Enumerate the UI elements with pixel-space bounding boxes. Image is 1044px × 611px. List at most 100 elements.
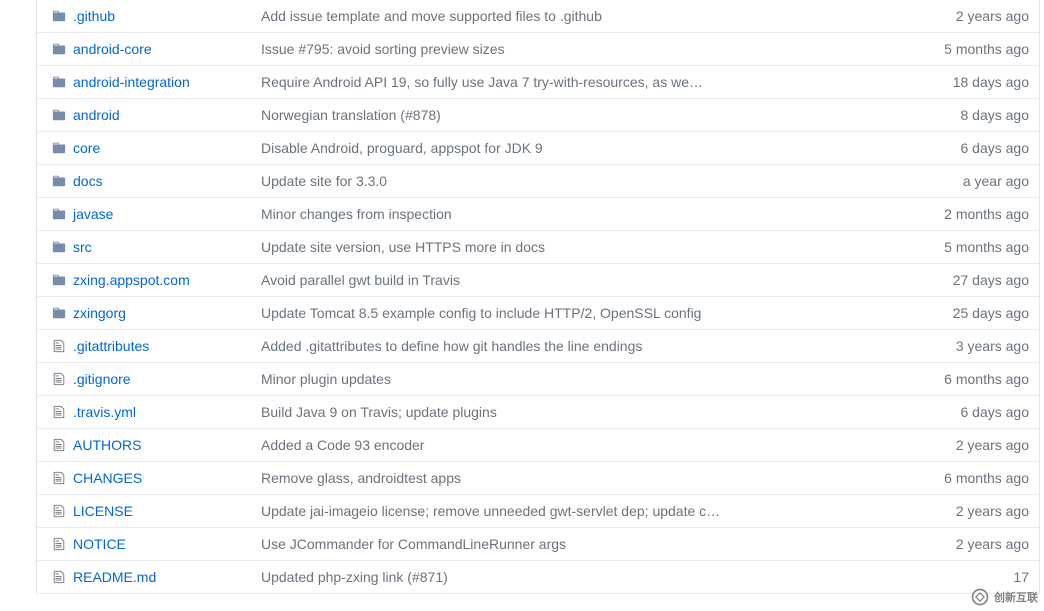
commit-age: 5 months ago: [899, 239, 1029, 255]
file-row: .travis.yml Build Java 9 on Travis; updat…: [37, 396, 1039, 429]
commit-message[interactable]: Remove glass, androidtest apps: [261, 470, 899, 486]
file-icon: [51, 405, 71, 419]
folder-icon: [51, 108, 71, 122]
folder-icon: [51, 273, 71, 287]
commit-age: 2 years ago: [899, 437, 1029, 453]
folder-icon: [51, 207, 71, 221]
commit-message[interactable]: Added .gitattributes to define how git h…: [261, 338, 899, 354]
file-name: .github: [71, 8, 261, 24]
file-link[interactable]: javase: [73, 206, 113, 222]
file-row: .gitattributes Added .gitattributes to de…: [37, 330, 1039, 363]
file-list: .github Add issue template and move suppo…: [36, 0, 1040, 594]
file-icon: [51, 504, 71, 518]
commit-message[interactable]: Update site for 3.3.0: [261, 173, 899, 189]
commit-age: 2 months ago: [899, 206, 1029, 222]
file-row: javase Minor changes from inspection2 mon…: [37, 198, 1039, 231]
file-link[interactable]: CHANGES: [73, 470, 142, 486]
commit-message[interactable]: Minor plugin updates: [261, 371, 899, 387]
file-link[interactable]: .travis.yml: [73, 404, 136, 420]
commit-message[interactable]: Norwegian translation (#878): [261, 107, 899, 123]
commit-message[interactable]: Update jai-imageio license; remove unnee…: [261, 503, 899, 519]
watermark-text: 创新互联: [994, 589, 1038, 605]
file-row: AUTHORS Added a Code 93 encoder2 years ag…: [37, 429, 1039, 462]
commit-message[interactable]: Update Tomcat 8.5 example config to incl…: [261, 305, 899, 321]
file-link[interactable]: zxing.appspot.com: [73, 272, 190, 288]
folder-icon: [51, 174, 71, 188]
folder-icon: [51, 141, 71, 155]
file-name: LICENSE: [71, 503, 261, 519]
file-row: NOTICE Use JCommander for CommandLineRunn…: [37, 528, 1039, 561]
file-name: android: [71, 107, 261, 123]
folder-icon: [51, 240, 71, 254]
commit-age: 25 days ago: [899, 305, 1029, 321]
file-link[interactable]: AUTHORS: [73, 437, 141, 453]
commit-message[interactable]: Build Java 9 on Travis; update plugins: [261, 404, 899, 420]
file-name: AUTHORS: [71, 437, 261, 453]
commit-age: 2 years ago: [899, 8, 1029, 24]
file-link[interactable]: core: [73, 140, 100, 156]
folder-icon: [51, 75, 71, 89]
commit-message[interactable]: Use JCommander for CommandLineRunner arg…: [261, 536, 899, 552]
commit-age: 5 months ago: [899, 41, 1029, 57]
commit-message[interactable]: Issue #795: avoid sorting preview sizes: [261, 41, 899, 57]
commit-message[interactable]: Added a Code 93 encoder: [261, 437, 899, 453]
file-name: javase: [71, 206, 261, 222]
file-row: zxing.appspot.com Avoid parallel gwt buil…: [37, 264, 1039, 297]
file-row: android Norwegian translation (#878)8 day…: [37, 99, 1039, 132]
commit-message[interactable]: Add issue template and move supported fi…: [261, 8, 899, 24]
file-icon: [51, 438, 71, 452]
commit-age: 27 days ago: [899, 272, 1029, 288]
file-link[interactable]: zxingorg: [73, 305, 126, 321]
commit-message[interactable]: Require Android API 19, so fully use Jav…: [261, 74, 899, 90]
file-icon: [51, 372, 71, 386]
commit-age: 6 months ago: [899, 371, 1029, 387]
folder-icon: [51, 42, 71, 56]
file-icon: [51, 471, 71, 485]
file-icon: [51, 339, 71, 353]
file-name: .gitattributes: [71, 338, 261, 354]
file-link[interactable]: .gitattributes: [73, 338, 149, 354]
file-name: .travis.yml: [71, 404, 261, 420]
file-row: src Update site version, use HTTPS more i…: [37, 231, 1039, 264]
commit-message[interactable]: Disable Android, proguard, appspot for J…: [261, 140, 899, 156]
commit-message[interactable]: Update site version, use HTTPS more in d…: [261, 239, 899, 255]
commit-age: 8 days ago: [899, 107, 1029, 123]
file-row: core Disable Android, proguard, appspot f…: [37, 132, 1039, 165]
file-row: CHANGES Remove glass, androidtest apps6 m…: [37, 462, 1039, 495]
file-name: NOTICE: [71, 536, 261, 552]
file-link[interactable]: android: [73, 107, 120, 123]
file-name: docs: [71, 173, 261, 189]
file-name: src: [71, 239, 261, 255]
commit-age: 18 days ago: [899, 74, 1029, 90]
commit-message[interactable]: Updated php-zxing link (#871): [261, 569, 899, 585]
file-row: android-integration Require Android API 1…: [37, 66, 1039, 99]
commit-age: 6 days ago: [899, 140, 1029, 156]
file-link[interactable]: src: [73, 239, 92, 255]
file-name: README.md: [71, 569, 261, 585]
file-name: android-core: [71, 41, 261, 57]
file-link[interactable]: .github: [73, 8, 115, 24]
folder-icon: [51, 9, 71, 23]
file-row: zxingorg Update Tomcat 8.5 example config…: [37, 297, 1039, 330]
file-name: CHANGES: [71, 470, 261, 486]
commit-age: 6 days ago: [899, 404, 1029, 420]
file-link[interactable]: docs: [73, 173, 103, 189]
file-name: .gitignore: [71, 371, 261, 387]
file-link[interactable]: README.md: [73, 569, 156, 585]
commit-message[interactable]: Avoid parallel gwt build in Travis: [261, 272, 899, 288]
commit-message[interactable]: Minor changes from inspection: [261, 206, 899, 222]
file-icon: [51, 570, 71, 584]
file-link[interactable]: .gitignore: [73, 371, 131, 387]
file-name: zxingorg: [71, 305, 261, 321]
watermark: 创新互联: [964, 583, 1044, 611]
commit-age: 6 months ago: [899, 470, 1029, 486]
file-link[interactable]: android-integration: [73, 74, 190, 90]
file-name: core: [71, 140, 261, 156]
file-link[interactable]: android-core: [73, 41, 152, 57]
folder-icon: [51, 306, 71, 320]
file-link[interactable]: LICENSE: [73, 503, 133, 519]
file-link[interactable]: NOTICE: [73, 536, 126, 552]
commit-age: 2 years ago: [899, 536, 1029, 552]
file-row: LICENSE Update jai-imageio license; remov…: [37, 495, 1039, 528]
commit-age: 2 years ago: [899, 503, 1029, 519]
